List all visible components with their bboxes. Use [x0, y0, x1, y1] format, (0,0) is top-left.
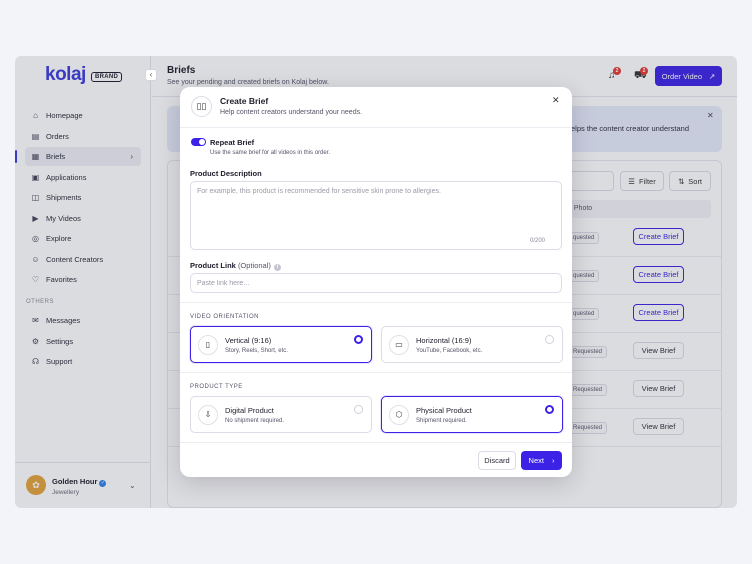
physical-product-option[interactable]: ⬡ Physical Product Shipment required.: [381, 396, 563, 433]
collapse-sidebar-button[interactable]: ‹: [145, 69, 157, 81]
option-subtitle: Shipment required.: [416, 418, 467, 424]
radio-unselected[interactable]: [545, 335, 554, 344]
option-subtitle: Story, Reels, Short, etc.: [225, 348, 288, 354]
modal-title: Create Brief: [220, 96, 269, 106]
orientation-horizontal-option[interactable]: ▭ Horizontal (16:9) YouTube, Facebook, e…: [381, 326, 563, 363]
book-icon: ▯▯: [191, 96, 212, 117]
next-button[interactable]: Next ›: [521, 451, 562, 470]
chevron-right-icon: ›: [551, 456, 555, 465]
section-divider: [180, 372, 572, 373]
modal-subtitle: Help content creators understand your ne…: [220, 109, 363, 116]
create-brief-modal: ▯▯ Create Brief Help content creators un…: [180, 87, 572, 477]
repeat-brief-label: Repeat Brief: [210, 138, 255, 147]
character-counter: 0/200: [530, 238, 546, 244]
radio-unselected[interactable]: [354, 405, 363, 414]
product-description-label: Product Description: [190, 169, 262, 178]
product-description-field[interactable]: [190, 181, 562, 250]
box-icon: ⬡: [389, 405, 409, 425]
modal-footer: Discard Next ›: [180, 442, 572, 477]
product-link-input[interactable]: [190, 273, 562, 293]
section-divider: [180, 302, 572, 303]
option-subtitle: No shipment required.: [225, 418, 285, 424]
radio-selected[interactable]: [545, 405, 554, 414]
close-icon[interactable]: ✕: [552, 95, 560, 106]
option-title: Horizontal (16:9): [416, 336, 472, 345]
discard-button[interactable]: Discard: [478, 451, 516, 470]
download-icon: ⇩: [198, 405, 218, 425]
repeat-brief-toggle[interactable]: [191, 138, 206, 146]
repeat-brief-description: Use the same brief for all videos in thi…: [210, 150, 331, 156]
phone-portrait-icon: ▯: [198, 335, 218, 355]
option-title: Physical Product: [416, 406, 472, 415]
screen-landscape-icon: ▭: [389, 335, 409, 355]
radio-selected[interactable]: [354, 335, 363, 344]
modal-header: ▯▯ Create Brief Help content creators un…: [180, 87, 572, 128]
option-title: Digital Product: [225, 406, 274, 415]
next-label: Next: [528, 456, 544, 465]
orientation-vertical-option[interactable]: ▯ Vertical (9:16) Story, Reels, Short, e…: [190, 326, 372, 363]
video-orientation-title: VIDEO ORIENTATION: [190, 314, 259, 320]
product-type-title: PRODUCT TYPE: [190, 384, 243, 390]
info-icon: i: [273, 264, 281, 271]
option-title: Vertical (9:16): [225, 336, 272, 345]
option-subtitle: YouTube, Facebook, etc.: [416, 348, 483, 354]
digital-product-option[interactable]: ⇩ Digital Product No shipment required.: [190, 396, 372, 433]
product-link-label: Product Link (Optional) i: [190, 261, 281, 271]
